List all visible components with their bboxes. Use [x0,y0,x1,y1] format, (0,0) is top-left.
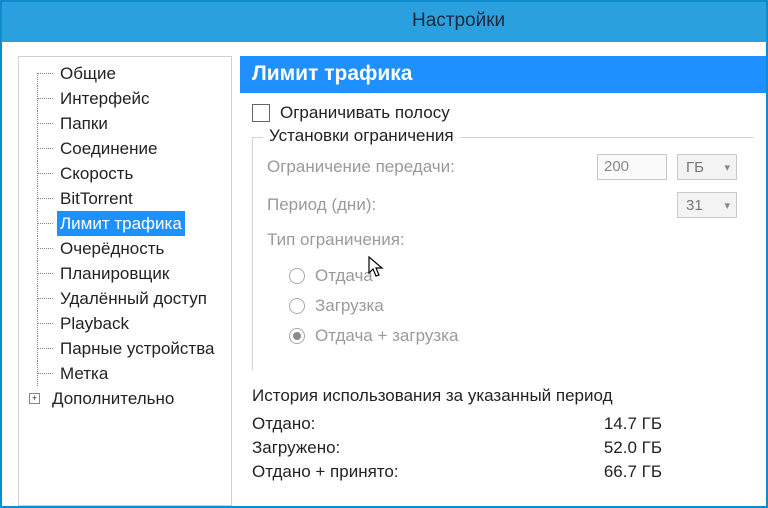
radio-upload[interactable] [289,268,305,284]
radio-download-label: Загрузка [315,296,384,316]
transfer-limit-label: Ограничение передачи: [267,157,597,177]
tree-item-label[interactable]: Метка [25,361,231,386]
history-downloaded-value: 52.0 ГБ [582,438,662,458]
history-uploaded-label: Отдано: [252,414,582,434]
main-panel: Лимит трафика Ограничивать полосу Устано… [240,56,766,506]
radio-download[interactable] [289,298,305,314]
radio-both-row[interactable]: Отдача + загрузка [289,326,744,346]
tree-item-priority[interactable]: Очерёдность [25,236,231,261]
settings-window: Настройки Общие Интерфейс Папки Соединен… [0,0,768,508]
titlebar: Настройки [2,2,766,42]
history-downloaded-label: Загружено: [252,438,582,458]
tree-item-advanced[interactable]: + Дополнительно [25,386,231,411]
tree-item-scheduler[interactable]: Планировщик [25,261,231,286]
period-value: 31 [686,197,703,214]
limit-type-label: Тип ограничения: [267,230,597,250]
tree-item-paired-devices[interactable]: Парные устройства [25,336,231,361]
tree-item-traffic-limit[interactable]: Лимит трафика [25,211,231,236]
settings-tree[interactable]: Общие Интерфейс Папки Соединение Скорост… [18,56,232,506]
tree-item-remote[interactable]: Удалённый доступ [25,286,231,311]
transfer-limit-input[interactable]: 200 [597,154,667,180]
period-label: Период (дни): [267,195,597,215]
limit-bandwidth-checkbox[interactable] [252,104,270,122]
transfer-limit-unit-combo[interactable]: ГБ ▾ [677,154,737,180]
limit-type-radios: Отдача Загрузка Отдача + загрузка [289,266,744,346]
group-title: Установки ограничения [263,126,460,146]
tree-item-playback[interactable]: Playback [25,311,231,336]
tree-item-general[interactable]: Общие [25,61,231,86]
expand-icon[interactable]: + [29,393,40,404]
tree-item-interface[interactable]: Интерфейс [25,86,231,111]
transfer-limit-unit-value: ГБ [686,159,704,176]
history-both-label: Отдано + принято: [252,462,582,482]
period-combo[interactable]: 31 ▾ [677,192,737,218]
history-uploaded-value: 14.7 ГБ [582,414,662,434]
tree-item-connection[interactable]: Соединение [25,136,231,161]
window-title: Настройки [412,10,505,32]
tree-item-folders[interactable]: Папки [25,111,231,136]
client-area: Общие Интерфейс Папки Соединение Скорост… [2,42,766,506]
history-section: История использования за указанный перио… [252,386,754,482]
tree-item-bittorrent[interactable]: BitTorrent [25,186,231,211]
limit-bandwidth-label: Ограничивать полосу [280,103,450,123]
radio-both[interactable] [289,328,305,344]
radio-both-label: Отдача + загрузка [315,326,458,346]
history-downloaded-row: Загружено: 52.0 ГБ [252,438,754,458]
radio-download-row[interactable]: Загрузка [289,296,744,316]
history-uploaded-row: Отдано: 14.7 ГБ [252,414,754,434]
section-heading: Лимит трафика [240,56,766,93]
chevron-down-icon: ▾ [724,161,730,174]
chevron-down-icon: ▾ [724,199,730,212]
history-title: История использования за указанный перио… [252,386,754,406]
history-both-value: 66.7 ГБ [582,462,662,482]
history-both-row: Отдано + принято: 66.7 ГБ [252,462,754,482]
radio-upload-label: Отдача [315,266,373,286]
limit-bandwidth-row: Ограничивать полосу [252,103,754,123]
limit-settings-group: Установки ограничения Ограничение переда… [252,137,754,370]
tree-item-speed[interactable]: Скорость [25,161,231,186]
radio-upload-row[interactable]: Отдача [289,266,744,286]
